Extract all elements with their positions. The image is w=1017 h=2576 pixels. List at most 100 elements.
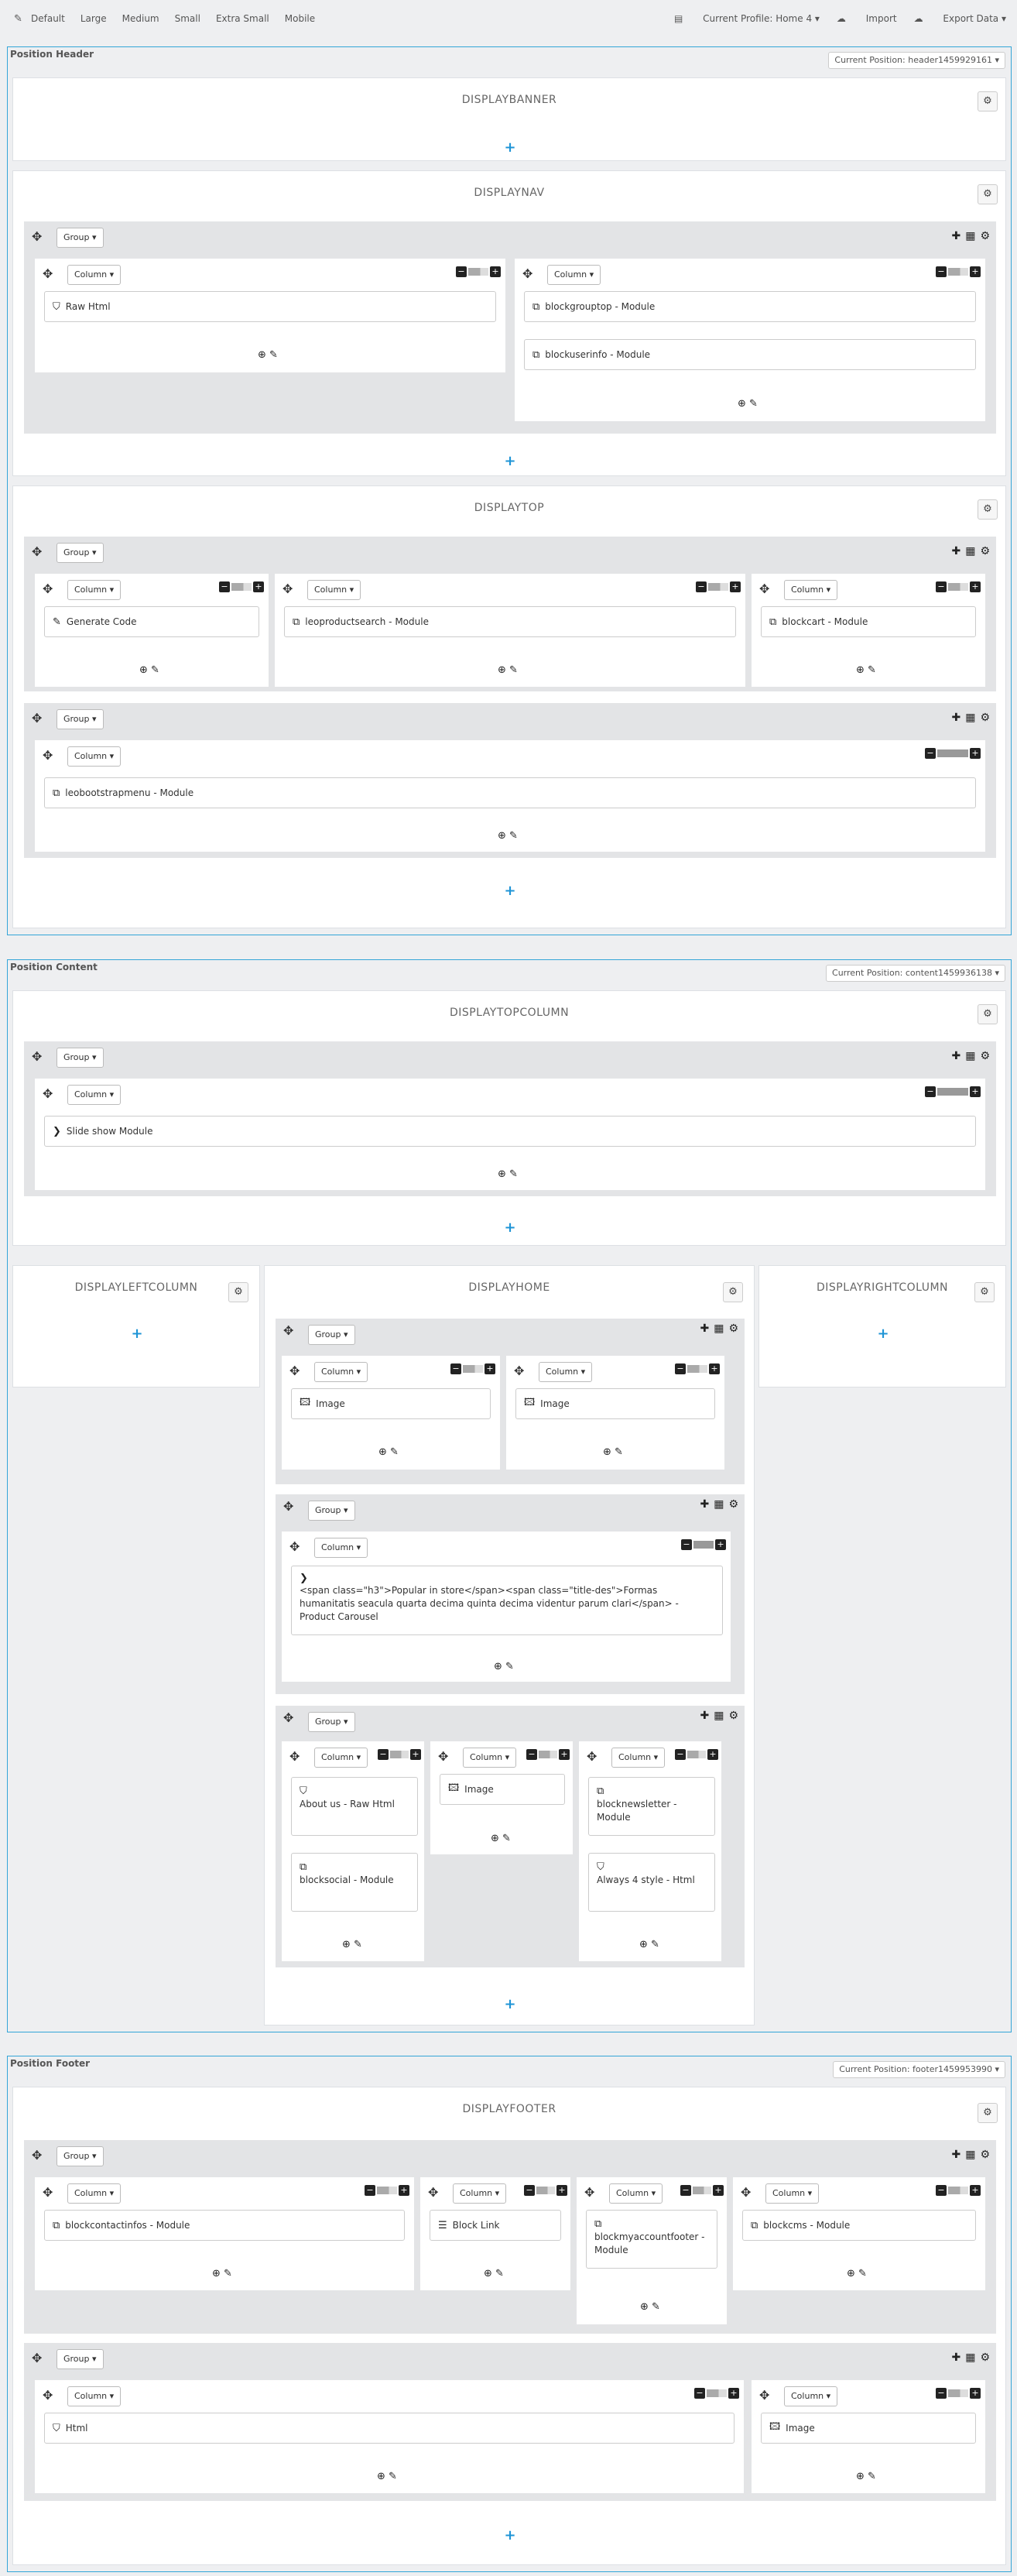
column-dropdown[interactable]: Column ▾ [67, 2386, 122, 2406]
gear-icon[interactable]: ⚙ [978, 184, 998, 204]
edit-icon[interactable]: ✎ [505, 1661, 514, 1672]
plus-icon[interactable]: + [715, 1539, 726, 1550]
column-dropdown[interactable]: Column ▾ [67, 265, 122, 285]
current-position-dropdown[interactable]: Current Position: footer1459953990 ▾ [833, 2061, 1005, 2078]
add-widget-icon[interactable]: ⊕ [856, 664, 865, 676]
edit-icon[interactable]: ✎ [224, 2268, 232, 2279]
move-icon[interactable]: ✥ [43, 2187, 53, 2199]
column-dropdown[interactable]: Column ▾ [314, 1748, 368, 1768]
column-dropdown[interactable]: Column ▾ [765, 2183, 820, 2204]
plus-icon[interactable]: + [970, 1086, 981, 1097]
plus-icon[interactable]: + [970, 748, 981, 759]
add-widget-icon[interactable]: ⊕ [639, 1939, 648, 1950]
add-widget-icon[interactable]: ⊕ [640, 2301, 649, 2313]
move-icon[interactable]: ✥ [514, 1365, 524, 1377]
widget-raw-html[interactable]: ⛉ Raw Html [44, 291, 496, 322]
minus-icon[interactable]: − [681, 1539, 692, 1550]
grid-icon[interactable]: ▦ [714, 1498, 728, 1511]
edit-icon[interactable]: ✎ [151, 664, 159, 676]
plus-icon[interactable]: + [713, 2185, 724, 2196]
gear-icon[interactable]: ⚙ [978, 2103, 998, 2123]
plus-icon[interactable]: + [490, 266, 501, 277]
minus-icon[interactable]: − [450, 1363, 461, 1374]
edit-icon[interactable]: ✎ [868, 2471, 876, 2482]
move-icon[interactable]: ✥ [32, 1051, 42, 1063]
move-icon[interactable]: ✥ [32, 546, 42, 558]
plus-icon[interactable]: + [730, 581, 741, 592]
column-dropdown[interactable]: Column ▾ [463, 1748, 517, 1768]
column-dropdown[interactable]: Column ▾ [314, 1362, 368, 1382]
plus-icon[interactable]: + [559, 1749, 570, 1760]
group-dropdown[interactable]: Group ▾ [56, 709, 104, 729]
minus-icon[interactable]: − [524, 2185, 535, 2196]
move-icon[interactable]: ✥ [522, 268, 532, 280]
add-widget-icon[interactable]: ⊕ [847, 2268, 855, 2279]
widget-image[interactable]: 🖾 Image [761, 2413, 976, 2444]
column-dropdown[interactable]: Column ▾ [609, 2183, 663, 2204]
column-dropdown[interactable]: Column ▾ [611, 1748, 666, 1768]
add-column-icon[interactable]: ✚ [951, 1050, 965, 1062]
widget-blocknewsletter[interactable]: ⧉ blocknewsletter - Module [588, 1777, 715, 1836]
minus-icon[interactable]: − [219, 581, 230, 592]
move-icon[interactable]: ✥ [289, 1541, 300, 1553]
export-dropdown[interactable]: ☁ Export Data ▾ [914, 13, 1006, 24]
minus-icon[interactable]: − [936, 266, 947, 277]
group-dropdown[interactable]: Group ▾ [308, 1712, 355, 1732]
gear-icon[interactable]: ⚙ [228, 1282, 248, 1302]
move-icon[interactable]: ✥ [43, 1088, 53, 1100]
device-medium[interactable]: Medium [122, 13, 159, 24]
add-widget-icon[interactable]: ⊕ [498, 1168, 506, 1180]
plus-icon[interactable]: + [410, 1749, 421, 1760]
widget-blockcart[interactable]: ⧉ blockcart - Module [761, 606, 976, 637]
add-widget-icon[interactable]: ⊕ [377, 2471, 385, 2482]
add-widget-icon[interactable]: ⊕ [491, 1833, 499, 1844]
minus-icon[interactable]: − [936, 2388, 947, 2399]
add-widget-icon[interactable]: ⊕ [484, 2268, 492, 2279]
add-widget-icon[interactable]: ⊕ [139, 664, 148, 676]
grid-icon[interactable]: ▦ [714, 1322, 728, 1335]
add-group-button[interactable]: + [502, 454, 518, 468]
device-default[interactable]: Default [31, 13, 65, 24]
group-dropdown[interactable]: Group ▾ [56, 1048, 104, 1068]
add-widget-icon[interactable]: ⊕ [258, 349, 266, 361]
add-widget-icon[interactable]: ⊕ [603, 1446, 611, 1458]
move-icon[interactable]: ✥ [43, 583, 53, 595]
edit-icon[interactable]: ✎ [269, 349, 278, 361]
edit-icon[interactable]: ✎ [495, 2268, 504, 2279]
gear-icon[interactable]: ⚙ [978, 91, 998, 111]
move-icon[interactable]: ✥ [283, 1712, 293, 1724]
edit-icon[interactable]: ✎ [651, 1939, 659, 1950]
edit-icon[interactable]: ✎ [749, 398, 758, 410]
plus-icon[interactable]: + [709, 1363, 720, 1374]
move-icon[interactable]: ✥ [43, 268, 53, 280]
plus-icon[interactable]: + [970, 2185, 981, 2196]
move-icon[interactable]: ✥ [32, 712, 42, 725]
widget-leobootstrapmenu[interactable]: ⧉ leobootstrapmenu - Module [44, 777, 976, 808]
move-icon[interactable]: ✥ [741, 2187, 751, 2199]
add-widget-icon[interactable]: ⊕ [738, 398, 746, 410]
widget-image[interactable]: 🖾 Image [515, 1388, 715, 1419]
minus-icon[interactable]: − [365, 2185, 375, 2196]
widget-blocksocial[interactable]: ⧉ blocksocial - Module [291, 1853, 418, 1912]
grid-icon[interactable]: ▦ [714, 1710, 728, 1722]
gear-icon[interactable]: ⚙ [980, 230, 995, 242]
column-dropdown[interactable]: Column ▾ [547, 265, 601, 285]
add-widget-icon[interactable]: ⊕ [212, 2268, 221, 2279]
widget-image[interactable]: 🖾 Image [291, 1388, 491, 1419]
widget-slideshow[interactable]: ❯ Slide show Module [44, 1116, 976, 1147]
edit-icon[interactable]: ✎ [509, 664, 518, 676]
import-button[interactable]: ☁ Import [837, 13, 897, 24]
add-column-icon[interactable]: ✚ [951, 2351, 965, 2364]
widget-blockuserinfo[interactable]: ⧉ blockuserinfo - Module [524, 339, 976, 370]
minus-icon[interactable]: − [675, 1363, 686, 1374]
add-group-button[interactable]: + [502, 1221, 518, 1235]
widget-always4-html[interactable]: ⛉ Always 4 style - Html [588, 1853, 715, 1912]
edit-icon[interactable]: ✎ [502, 1833, 511, 1844]
add-widget-icon[interactable]: ⊕ [494, 1661, 502, 1672]
widget-block-link[interactable]: ☰ Block Link [430, 2210, 561, 2241]
minus-icon[interactable]: − [378, 1749, 389, 1760]
gear-icon[interactable]: ⚙ [974, 1282, 995, 1302]
column-dropdown[interactable]: Column ▾ [307, 580, 361, 600]
move-icon[interactable]: ✥ [759, 583, 769, 595]
gear-icon[interactable]: ⚙ [980, 2149, 995, 2161]
